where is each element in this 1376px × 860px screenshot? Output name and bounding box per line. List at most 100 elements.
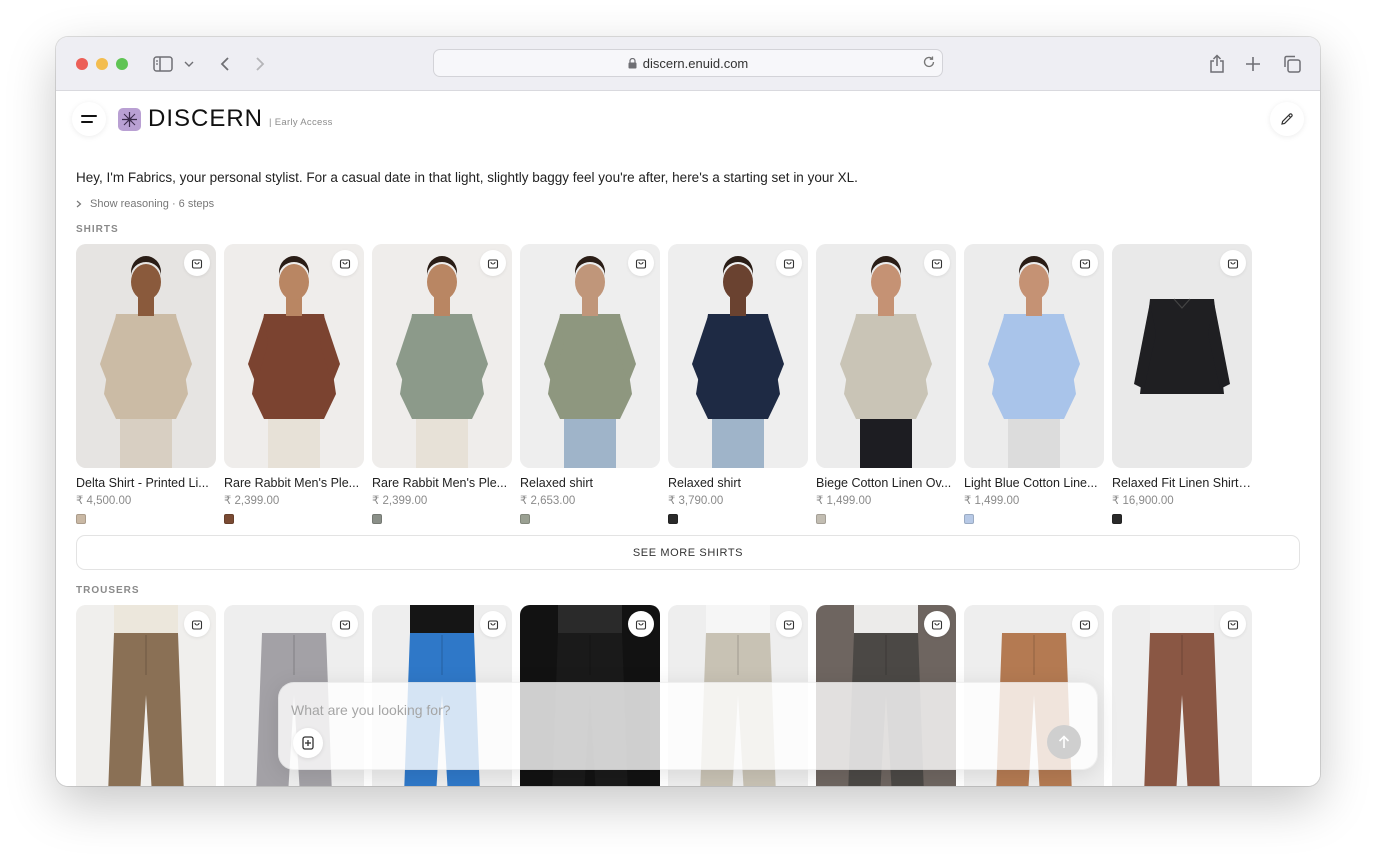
brand-name: DISCERN [148, 105, 264, 132]
add-to-bag-button[interactable] [1220, 611, 1246, 637]
color-swatch[interactable] [1112, 514, 1122, 524]
add-to-bag-button[interactable] [184, 250, 210, 276]
shopping-bag-icon [487, 259, 499, 269]
shopping-bag-icon [783, 620, 795, 630]
chevron-right-icon [76, 200, 82, 208]
product-name[interactable]: Relaxed shirt [520, 476, 660, 490]
add-to-bag-button[interactable] [480, 611, 506, 637]
new-tab-icon[interactable] [1242, 53, 1264, 75]
color-swatch[interactable] [668, 514, 678, 524]
add-to-bag-button[interactable] [924, 611, 950, 637]
product-card[interactable] [1112, 605, 1252, 786]
product-card[interactable]: Relaxed shirt ₹ 3,790.00 [668, 244, 808, 524]
show-reasoning-toggle[interactable]: Show reasoning · 6 steps [76, 198, 214, 210]
product-photo [76, 244, 216, 468]
product-image[interactable] [964, 244, 1104, 468]
chevron-down-icon[interactable] [182, 53, 196, 75]
address-bar[interactable]: discern.enuid.com [433, 49, 943, 77]
product-image[interactable] [1112, 244, 1252, 468]
add-to-bag-button[interactable] [776, 611, 802, 637]
add-to-bag-button[interactable] [332, 250, 358, 276]
product-price: ₹ 16,900.00 [1112, 495, 1174, 507]
reasoning-label: Show reasoning · 6 steps [90, 198, 215, 210]
product-name[interactable]: Rare Rabbit Men's Ple... [224, 476, 364, 490]
product-card[interactable]: Rare Rabbit Men's Ple... ₹ 2,399.00 [372, 244, 512, 524]
product-card[interactable]: Biege Cotton Linen Ov... ₹ 1,499.00 [816, 244, 956, 524]
shopping-bag-icon [191, 620, 203, 630]
product-image[interactable] [520, 244, 660, 468]
shopping-bag-icon [1079, 620, 1091, 630]
add-to-bag-button[interactable] [924, 250, 950, 276]
browser-window: discern.enuid.com DISCERN | Early Access [56, 37, 1320, 786]
new-chat-button[interactable] [1270, 102, 1304, 136]
product-card[interactable]: Rare Rabbit Men's Ple... ₹ 2,399.00 [224, 244, 364, 524]
reload-icon[interactable] [922, 55, 936, 69]
shopping-bag-icon [191, 259, 203, 269]
forward-arrow-icon[interactable] [249, 53, 271, 75]
product-image[interactable] [1112, 605, 1252, 786]
product-image[interactable] [816, 244, 956, 468]
share-icon[interactable] [1206, 53, 1228, 75]
product-name[interactable]: Rare Rabbit Men's Ple... [372, 476, 512, 490]
color-swatch[interactable] [816, 514, 826, 524]
product-name[interactable]: Biege Cotton Linen Ov... [816, 476, 956, 490]
menu-button[interactable] [72, 102, 106, 136]
add-to-bag-button[interactable] [480, 250, 506, 276]
back-arrow-icon[interactable] [214, 53, 236, 75]
attach-button[interactable] [293, 728, 323, 758]
shirts-carousel: Delta Shirt - Printed Li... ₹ 4,500.00 Rar… [76, 244, 1252, 524]
shopping-bag-icon [339, 620, 351, 630]
see-more-shirts-button[interactable]: SEE MORE SHIRTS [76, 535, 1300, 570]
product-image[interactable] [76, 605, 216, 786]
color-swatch[interactable] [520, 514, 530, 524]
product-image[interactable] [76, 244, 216, 468]
product-card[interactable]: Relaxed shirt ₹ 2,653.00 [520, 244, 660, 524]
add-to-bag-button[interactable] [628, 611, 654, 637]
minimize-window-button[interactable] [96, 58, 108, 70]
zoom-window-button[interactable] [116, 58, 128, 70]
send-button[interactable] [1047, 725, 1081, 759]
add-to-bag-button[interactable] [1072, 611, 1098, 637]
product-image[interactable] [668, 244, 808, 468]
shopping-bag-icon [931, 620, 943, 630]
shopping-bag-icon [487, 620, 499, 630]
add-to-bag-button[interactable] [1072, 250, 1098, 276]
product-price: ₹ 2,399.00 [372, 495, 428, 507]
add-to-bag-button[interactable] [332, 611, 358, 637]
add-to-bag-button[interactable] [1220, 250, 1246, 276]
shirts-section-title: SHIRTS [76, 224, 119, 235]
brand[interactable]: DISCERN | Early Access [118, 105, 333, 133]
composer-input[interactable]: What are you looking for? [291, 702, 451, 718]
product-price: ₹ 3,790.00 [668, 495, 724, 507]
shopping-bag-icon [1227, 620, 1239, 630]
sidebar-toggle-icon[interactable] [152, 53, 174, 75]
shopping-bag-icon [339, 259, 351, 269]
chat-composer: What are you looking for? [278, 682, 1098, 770]
arrow-up-icon [1058, 735, 1070, 748]
color-swatch[interactable] [964, 514, 974, 524]
close-window-button[interactable] [76, 58, 88, 70]
product-name[interactable]: Delta Shirt - Printed Li... [76, 476, 216, 490]
product-image[interactable] [224, 244, 364, 468]
product-image[interactable] [372, 244, 512, 468]
product-price: ₹ 4,500.00 [76, 495, 132, 507]
tab-overview-icon[interactable] [1281, 53, 1303, 75]
color-swatch[interactable] [224, 514, 234, 524]
product-name[interactable]: Light Blue Cotton Line... [964, 476, 1104, 490]
product-name[interactable]: Relaxed Fit Linen Shirt ... [1112, 476, 1252, 490]
add-to-bag-button[interactable] [628, 250, 654, 276]
add-to-bag-button[interactable] [184, 611, 210, 637]
product-card[interactable]: Delta Shirt - Printed Li... ₹ 4,500.00 [76, 244, 216, 524]
product-name[interactable]: Relaxed shirt [668, 476, 808, 490]
product-card[interactable] [76, 605, 216, 786]
product-card[interactable]: Light Blue Cotton Line... ₹ 1,499.00 [964, 244, 1104, 524]
product-photo [520, 244, 660, 468]
add-to-bag-button[interactable] [776, 250, 802, 276]
color-swatch[interactable] [76, 514, 86, 524]
product-photo [372, 244, 512, 468]
product-card[interactable]: Relaxed Fit Linen Shirt ... ₹ 16,900.00 [1112, 244, 1252, 524]
color-swatch[interactable] [372, 514, 382, 524]
product-photo [224, 244, 364, 468]
trousers-section-title: TROUSERS [76, 585, 140, 596]
product-price: ₹ 2,653.00 [520, 495, 576, 507]
